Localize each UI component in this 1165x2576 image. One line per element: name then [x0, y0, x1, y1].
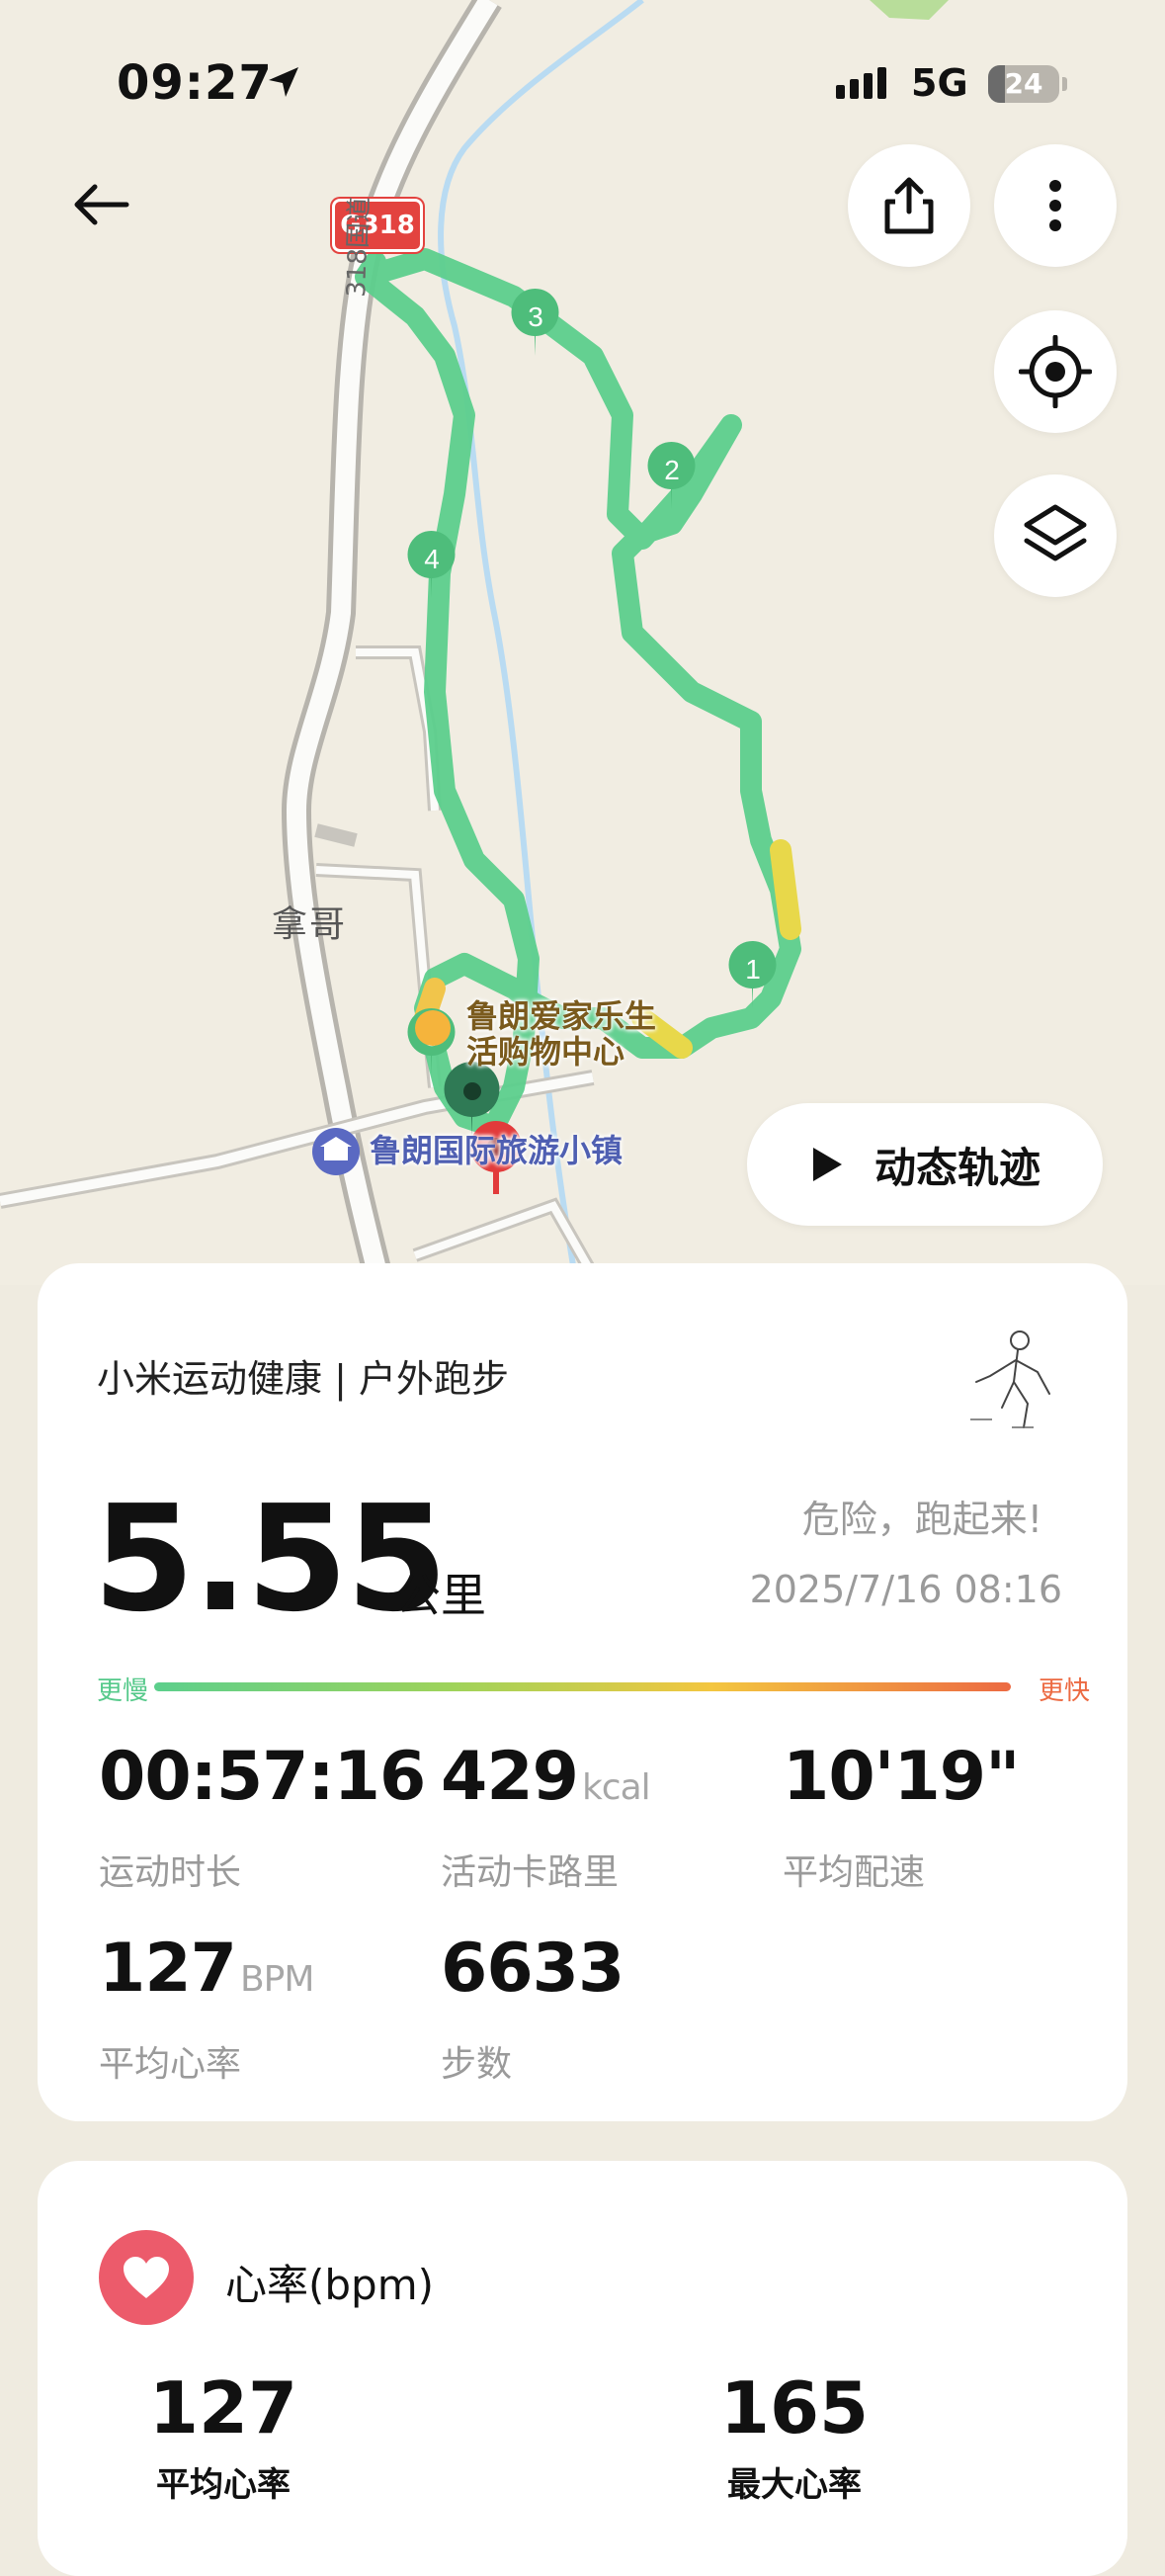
network-type: 5G [911, 61, 968, 105]
svg-text:4: 4 [424, 544, 440, 574]
battery-tip [1062, 77, 1067, 91]
svg-text:2: 2 [664, 455, 680, 485]
stat-label: 平均心率 [99, 2044, 242, 2085]
stat-avg-pace: 10'19" 平均配速 [783, 1740, 1024, 1895]
distance-unit: 公里 [395, 1569, 486, 1622]
status-time: 09:27 [117, 55, 273, 111]
pace-fast-label: 更快 [1038, 1676, 1090, 1706]
km-marker-2[interactable]: 2 [647, 442, 696, 509]
stat-label: 步数 [441, 2044, 513, 2085]
share-icon [884, 177, 934, 234]
km-markers: 1 2 3 4 5 [312, 289, 777, 1194]
route-map[interactable]: 1 2 3 4 5 [0, 0, 1165, 1285]
km-marker-4[interactable]: 4 [407, 531, 456, 598]
stat-value: 429 kcal [441, 1738, 651, 1816]
replay-track-label: 动态轨迹 [874, 1143, 1040, 1192]
workout-source-title: 小米运动健康 | 户外跑步 [97, 1357, 509, 1401]
stat-value: 00:57:16 [99, 1738, 426, 1816]
heart-badge [99, 2230, 194, 2325]
stat-duration: 00:57:16 运动时长 [99, 1740, 429, 1895]
battery-icon: 24 [988, 65, 1059, 103]
workout-summary-card: 小米运动健康 | 户外跑步 5.55 公里 危险，跑起来! 2025/7/16 … [38, 1263, 1127, 2121]
workout-datetime: 2025/7/16 08:16 [749, 1568, 1062, 1611]
stat-calories: 429 kcal 活动卡路里 [441, 1738, 651, 1895]
replay-track-button[interactable]: 动态轨迹 [747, 1103, 1103, 1226]
km-marker-3[interactable]: 3 [511, 289, 559, 356]
shopping-poi-label[interactable]: 鲁朗爱家乐生 活购物中心 [466, 998, 656, 1070]
layers-icon [1024, 504, 1087, 561]
locate-button[interactable] [994, 310, 1117, 433]
max-heart-rate-label: 最大心率 [727, 2465, 862, 2505]
stat-label: 活动卡路里 [441, 1852, 620, 1893]
locate-icon [1019, 335, 1092, 408]
shopping-poi-line2: 活购物中心 [466, 1033, 625, 1071]
stat-value: 127 BPM [99, 1930, 314, 2008]
svg-text:3: 3 [528, 301, 543, 332]
heart-rate-title: 心率(bpm) [225, 2261, 435, 2309]
stat-steps: 6633 步数 [441, 1932, 627, 2087]
avg-heart-rate-label: 平均心率 [156, 2465, 291, 2505]
stat-label: 运动时长 [99, 1852, 242, 1893]
pace-slow-label: 更慢 [97, 1676, 149, 1706]
max-heart-rate-value: 165 [719, 2366, 870, 2449]
back-button[interactable] [71, 170, 150, 239]
layers-button[interactable] [994, 474, 1117, 597]
pace-gradient-bar [154, 1682, 1011, 1691]
back-arrow-icon [74, 184, 129, 225]
play-icon [812, 1148, 842, 1181]
signal-icon [836, 67, 886, 99]
avg-heart-rate-value: 127 [148, 2366, 298, 2449]
location-arrow-icon [269, 67, 298, 97]
place-label: 拿哥 [272, 904, 348, 945]
more-vertical-icon [1049, 180, 1061, 231]
town-poi-icon [312, 1128, 360, 1175]
stat-value: 6633 [441, 1930, 624, 2008]
share-button[interactable] [848, 144, 970, 267]
heart-icon [124, 2257, 169, 2298]
distance-value: 5.55 [93, 1474, 448, 1644]
runner-illustration-icon [970, 1331, 1050, 1428]
heart-rate-card[interactable]: 心率(bpm) 127 平均心率 165 最大心率 [38, 2161, 1127, 2576]
svg-text:1: 1 [745, 954, 761, 985]
stat-label: 平均配速 [783, 1852, 926, 1893]
motto-text: 危险，跑起来! [801, 1498, 1042, 1541]
km-marker-1[interactable]: 1 [728, 941, 777, 1008]
battery-level: 24 [1004, 67, 1043, 100]
shopping-poi-line1: 鲁朗爱家乐生 [466, 997, 657, 1035]
stat-avg-heart-rate: 127 BPM 平均心率 [99, 1930, 314, 2087]
road-label: 318国道 [341, 196, 375, 299]
more-button[interactable] [994, 144, 1117, 267]
stat-value: 10'19" [783, 1738, 1021, 1816]
shopping-poi-icon [415, 1010, 451, 1046]
town-poi-label[interactable]: 鲁朗国际旅游小镇 [370, 1133, 623, 1168]
